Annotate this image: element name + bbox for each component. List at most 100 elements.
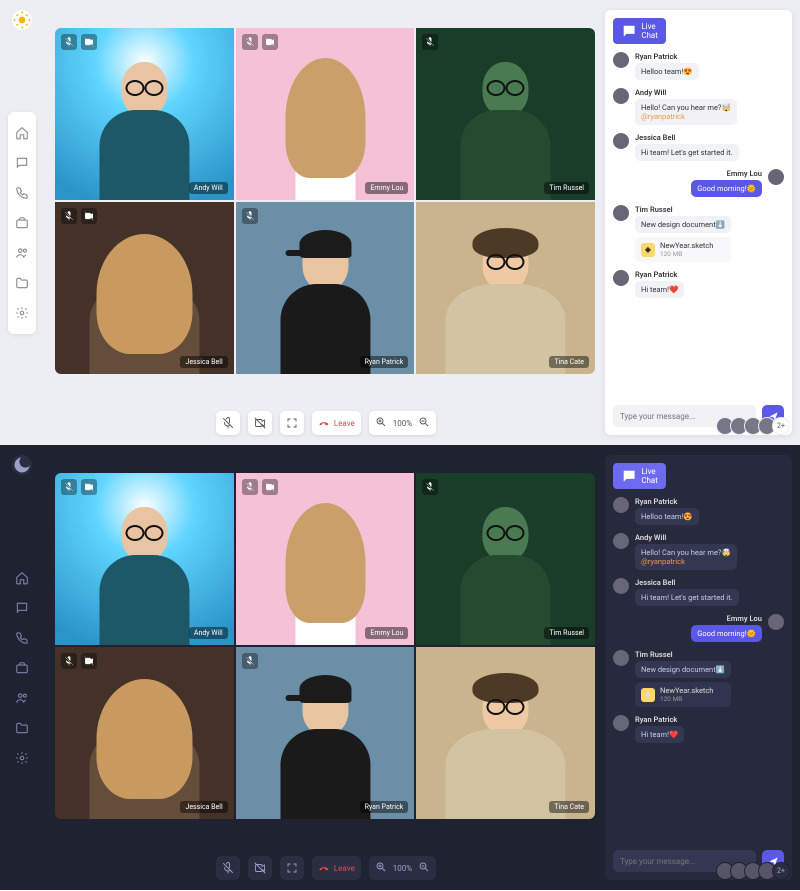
chat-header[interactable]: Live Chat <box>613 18 666 44</box>
message-body: Good morning!🌞 <box>691 180 762 197</box>
avatar <box>613 650 629 666</box>
leave-button[interactable]: Leave <box>312 856 361 880</box>
mute-mic-button[interactable] <box>216 411 240 435</box>
avatar <box>613 497 629 513</box>
message-body: Hi team! Let's get started it. <box>635 144 739 161</box>
participant-name: Tim Russel <box>544 182 589 194</box>
mention: @ryanpatrick <box>641 557 685 566</box>
participant-name: Ryan Patrick <box>360 356 409 368</box>
participant-tile[interactable]: Emmy Lou <box>236 28 415 200</box>
video-grid: Andy Will Emmy Lou Tim Russel Jessica Bell R… <box>55 473 595 819</box>
avatar <box>768 614 784 630</box>
zoom-level: 100% <box>393 419 412 428</box>
message-sender: Ryan Patrick <box>635 715 684 724</box>
avatar-overflow[interactable]: 2+ <box>772 417 790 435</box>
message-sender: Tim Russel <box>635 205 731 214</box>
video-grid: Andy Will Emmy Lou Tim Russel Jessica Bell R… <box>55 28 595 374</box>
avatar-overflow[interactable]: 2+ <box>772 862 790 880</box>
participant-name: Tina Cate <box>549 356 589 368</box>
participant-tile[interactable]: Jessica Bell <box>55 647 234 819</box>
participant-name: Andy Will <box>189 182 228 194</box>
attachment[interactable]: ◆NewYear.sketch120 MB <box>635 237 731 262</box>
chat-message: Tim Russel New design document⬇️ ◆NewYear.… <box>613 650 784 707</box>
zoom-controls: 100% <box>369 411 436 435</box>
fullscreen-button[interactable] <box>280 411 304 435</box>
message-body: Hello! Can you hear me?🤯 @ryanpatrick <box>635 544 737 570</box>
avatar-stack[interactable]: 2+ <box>720 862 790 880</box>
camera-off-icon <box>262 479 278 495</box>
avatar <box>613 52 629 68</box>
chat-message: Tim Russel New design document⬇️ ◆NewYear.… <box>613 205 784 262</box>
call-controls: Leave 100% <box>52 856 600 880</box>
chat-messages: Ryan Patrick Helloo team!😍 Andy WillHello!… <box>613 52 784 399</box>
mention: @ryanpatrick <box>641 112 685 121</box>
mic-muted-icon <box>242 208 258 224</box>
participant-name: Emmy Lou <box>365 627 408 639</box>
avatar <box>613 88 629 104</box>
zoom-in-button[interactable] <box>375 416 387 430</box>
avatar <box>613 270 629 286</box>
participant-name: Emmy Lou <box>365 182 408 194</box>
message-sender: Ryan Patrick <box>635 270 684 279</box>
chat-message: Emmy Lou Good morning!🌞 <box>613 169 784 197</box>
message-sender: Tim Russel <box>635 650 731 659</box>
message-sender: Jessica Bell <box>635 578 739 587</box>
participant-tile[interactable]: Andy Will <box>55 28 234 200</box>
participant-tile[interactable]: Tina Cate <box>416 202 595 374</box>
participant-tile[interactable]: Tim Russel <box>416 28 595 200</box>
mic-muted-icon <box>242 479 258 495</box>
message-body: Good morning!🌞 <box>691 625 762 642</box>
participant-tile[interactable]: Emmy Lou <box>236 473 415 645</box>
chat-message: Andy WillHello! Can you hear me?🤯 @ryanp… <box>613 88 784 125</box>
message-body: Hi team!❤️ <box>635 726 684 743</box>
chat-message: Jessica Bell Hi team! Let's get started i… <box>613 578 784 606</box>
camera-off-icon <box>81 208 97 224</box>
chat-message: Andy Will Hello! Can you hear me?🤯 @ryanp… <box>613 533 784 570</box>
zoom-in-button[interactable] <box>375 861 387 875</box>
avatar <box>613 715 629 731</box>
message-body: Helloo team!😍 <box>635 63 699 80</box>
zoom-out-button[interactable] <box>418 861 430 875</box>
mic-muted-icon <box>61 208 77 224</box>
mic-muted-icon <box>61 479 77 495</box>
toggle-camera-button[interactable] <box>248 856 272 880</box>
leave-button[interactable]: Leave <box>312 411 361 435</box>
message-sender: Emmy Lou <box>691 169 762 178</box>
mic-muted-icon <box>422 479 438 495</box>
chat-message: Ryan Patrick Helloo team!😍 <box>613 52 784 80</box>
mic-muted-icon <box>422 34 438 50</box>
participant-tile[interactable]: Tim Russel <box>416 473 595 645</box>
chat-panel: Live Chat Ryan Patrick Helloo team!😍 Andy W… <box>605 10 792 435</box>
message-sender: Andy Will <box>635 88 737 97</box>
message-body: New design document⬇️ <box>635 661 731 678</box>
participant-tile[interactable]: Ryan Patrick <box>236 647 415 819</box>
message-sender: Andy Will <box>635 533 737 542</box>
participant-tile[interactable]: Andy Will <box>55 473 234 645</box>
attachment[interactable]: ◆NewYear.sketch120 MB <box>635 682 731 707</box>
chat-panel: Live Chat Ryan Patrick Helloo team!😍 Andy W… <box>605 455 792 880</box>
main-area: Andy Will Emmy Lou Tim Russel Jessica Bell R… <box>0 0 605 445</box>
message-body: Hi team! Let's get started it. <box>635 589 739 606</box>
mute-mic-button[interactable] <box>216 856 240 880</box>
participant-tile[interactable]: Jessica Bell <box>55 202 234 374</box>
camera-off-icon <box>262 34 278 50</box>
participant-name: Tina Cate <box>549 801 589 813</box>
message-body: New design document⬇️ <box>635 216 731 233</box>
avatar <box>613 205 629 221</box>
zoom-out-button[interactable] <box>418 416 430 430</box>
mic-muted-icon <box>61 653 77 669</box>
chat-header[interactable]: Live Chat <box>613 463 666 489</box>
toggle-camera-button[interactable] <box>248 411 272 435</box>
avatar <box>768 169 784 185</box>
mic-muted-icon <box>242 34 258 50</box>
message-sender: Ryan Patrick <box>635 52 699 61</box>
fullscreen-button[interactable] <box>280 856 304 880</box>
participant-name: Jessica Bell <box>180 801 227 813</box>
chat-message: Ryan PatrickHi team!❤️ <box>613 270 784 298</box>
zoom-level: 100% <box>393 864 412 873</box>
mic-muted-icon <box>61 34 77 50</box>
message-body: Helloo team!😍 <box>635 508 699 525</box>
participant-tile[interactable]: Ryan Patrick <box>236 202 415 374</box>
participant-tile[interactable]: Tina Cate <box>416 647 595 819</box>
avatar-stack[interactable]: 2+ <box>720 417 790 435</box>
